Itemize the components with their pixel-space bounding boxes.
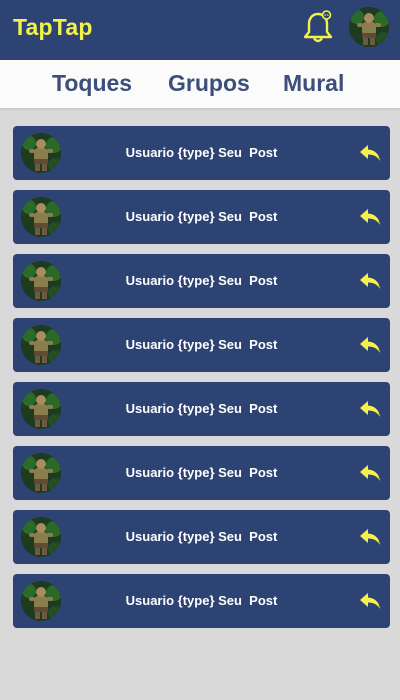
notification-card[interactable]: Usuario {type} Seu Post bbox=[13, 446, 390, 500]
tab-mural[interactable]: Mural bbox=[283, 70, 344, 97]
notification-card[interactable]: Usuario {type} Seu Post bbox=[13, 382, 390, 436]
profile-avatar[interactable] bbox=[349, 7, 389, 47]
app-header: TapTap bbox=[0, 0, 400, 60]
reply-icon[interactable] bbox=[359, 143, 381, 163]
notification-text: Usuario {type} Seu Post bbox=[125, 593, 278, 608]
notification-text: Usuario {type} Seu Post bbox=[125, 145, 278, 160]
notification-card[interactable]: Usuario {type} Seu Post bbox=[13, 574, 390, 628]
notification-card[interactable]: Usuario {type} Seu Post bbox=[13, 318, 390, 372]
reply-icon[interactable] bbox=[359, 399, 381, 419]
notification-card[interactable]: Usuario {type} Seu Post bbox=[13, 510, 390, 564]
avatar-image bbox=[349, 7, 389, 47]
reply-icon[interactable] bbox=[359, 207, 381, 227]
notification-list: Usuario {type} Seu Post Usuario {type} S… bbox=[13, 126, 390, 638]
reply-icon[interactable] bbox=[359, 591, 381, 611]
tab-grupos[interactable]: Grupos bbox=[168, 70, 250, 97]
tab-toques[interactable]: Toques bbox=[52, 70, 132, 97]
tab-bar: Toques Grupos Mural bbox=[0, 60, 400, 108]
notification-card[interactable]: Usuario {type} Seu Post bbox=[13, 254, 390, 308]
notification-text: Usuario {type} Seu Post bbox=[125, 273, 278, 288]
reply-icon[interactable] bbox=[359, 335, 381, 355]
bell-icon[interactable] bbox=[302, 10, 334, 44]
notification-card[interactable]: Usuario {type} Seu Post bbox=[13, 126, 390, 180]
notification-text: Usuario {type} Seu Post bbox=[125, 337, 278, 352]
notification-card[interactable]: Usuario {type} Seu Post bbox=[13, 190, 390, 244]
reply-icon[interactable] bbox=[359, 463, 381, 483]
app-title: TapTap bbox=[13, 14, 93, 40]
notification-text: Usuario {type} Seu Post bbox=[125, 209, 278, 224]
reply-icon[interactable] bbox=[359, 271, 381, 291]
notification-text: Usuario {type} Seu Post bbox=[125, 401, 278, 416]
reply-icon[interactable] bbox=[359, 527, 381, 547]
notification-text: Usuario {type} Seu Post bbox=[125, 465, 278, 480]
notification-text: Usuario {type} Seu Post bbox=[125, 529, 278, 544]
